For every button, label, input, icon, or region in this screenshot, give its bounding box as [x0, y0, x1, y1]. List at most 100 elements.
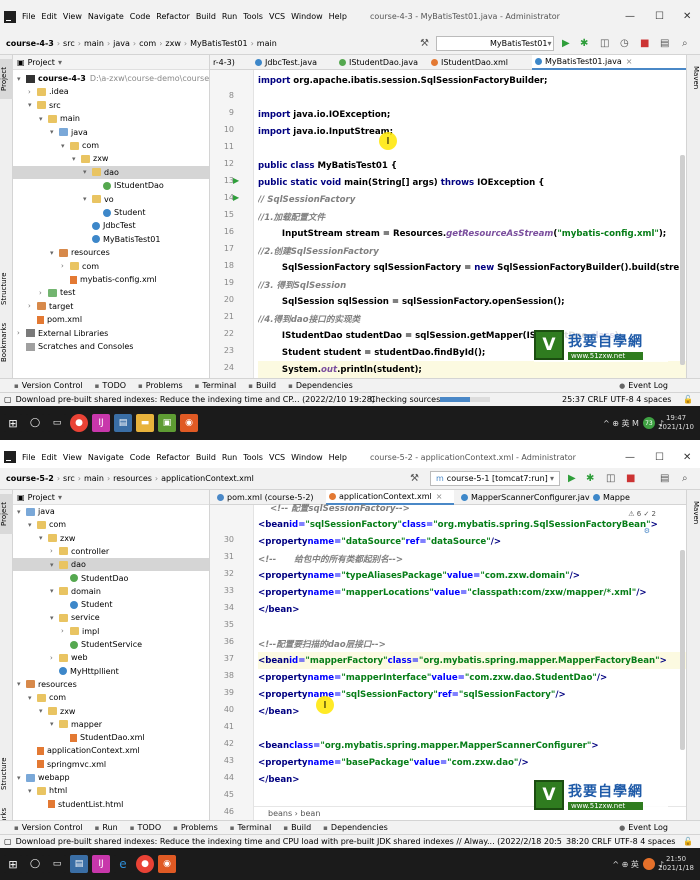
tree-item[interactable]: ▾ dao [13, 165, 209, 179]
breadcrumb-item[interactable]: main [84, 39, 104, 48]
run-icon[interactable]: ▶ [568, 473, 576, 484]
expand-arrow-icon[interactable]: › [28, 302, 37, 310]
coverage-icon[interactable]: ◫ [600, 38, 609, 49]
windows-start-icon[interactable]: ⊞ [4, 414, 22, 432]
expand-arrow-icon[interactable]: ▾ [39, 115, 48, 123]
menu-item-window[interactable]: Window [291, 453, 323, 462]
structure-icon[interactable]: ▤ [660, 473, 669, 484]
menu-item-tools[interactable]: Tools [243, 453, 263, 462]
editor-tab[interactable]: IStudentDao.xml [428, 55, 532, 70]
menu-item-tools[interactable]: Tools [243, 12, 263, 21]
intellij-taskbar-icon[interactable]: IJ [92, 414, 110, 432]
search-icon[interactable]: ◯ [26, 414, 44, 432]
expand-arrow-icon[interactable]: ▾ [72, 155, 81, 163]
tree-item[interactable]: › com [13, 260, 209, 273]
code-line[interactable]: public class MyBatisTest01 { [258, 157, 686, 174]
profile-icon[interactable]: ◷ [620, 38, 629, 49]
close-icon[interactable]: ✕ [683, 11, 691, 22]
tree-item[interactable]: StudentService [13, 638, 209, 651]
expand-arrow-icon[interactable]: › [39, 289, 48, 297]
editor-tab[interactable]: JdbcTest.java [252, 55, 336, 70]
menu-item-file[interactable]: File [22, 12, 35, 21]
expand-arrow-icon[interactable]: ▾ [17, 680, 26, 688]
tree-item[interactable]: ▾ zxw [13, 705, 209, 718]
edge-icon[interactable]: e [114, 855, 132, 873]
expand-arrow-icon[interactable]: ▾ [28, 101, 37, 109]
file-explorer-icon[interactable]: ▤ [70, 855, 88, 873]
code-line[interactable]: <property name= "dataSource" ref= "dataSou… [258, 533, 686, 550]
tree-item[interactable]: ▾ course-4-3 D:\a-zxw\course-demo\course [13, 72, 209, 85]
code-line[interactable]: public static void main(String[] args) t… [258, 174, 686, 191]
editor-tab[interactable]: MyBatisTest01.java × [532, 55, 686, 70]
expand-arrow-icon[interactable]: ▾ [50, 249, 59, 257]
tool-window-dependencies[interactable]: ▪ Dependencies [323, 823, 388, 832]
tree-item[interactable]: › target [13, 300, 209, 313]
expand-arrow-icon[interactable]: ▾ [17, 774, 26, 782]
tool-window-terminal[interactable]: ▪ Terminal [230, 823, 272, 832]
tree-item[interactable]: ▾ html [13, 784, 209, 797]
code-line[interactable] [258, 89, 686, 106]
menu-item-run[interactable]: Run [222, 12, 237, 21]
expand-arrow-icon[interactable]: › [61, 262, 70, 270]
task-view-icon[interactable]: ▭ [48, 855, 66, 873]
code-line[interactable]: SqlSession sqlSession = sqlSessionFactor… [258, 293, 686, 310]
status-message[interactable]: Download pre-built shared indexes: Reduc… [16, 837, 570, 846]
tree-item[interactable]: ▾ mapper [13, 718, 209, 731]
code-line[interactable]: <bean id= "sqlSessionFactory" class= "org.… [258, 516, 686, 533]
structure-tool-tab[interactable]: Structure [0, 750, 13, 798]
tree-item[interactable]: › controller [13, 545, 209, 558]
recorder-icon[interactable]: ◉ [158, 855, 176, 873]
chrome-icon[interactable]: ● [136, 855, 154, 873]
menu-item-refactor[interactable]: Refactor [156, 12, 190, 21]
expand-arrow-icon[interactable]: › [28, 88, 37, 96]
cursor-position-info[interactable]: 38:20 CRLF UTF-8 4 spaces [562, 837, 676, 846]
system-clock[interactable]: 19:47 2021/1/10 [658, 414, 694, 432]
expand-arrow-icon[interactable]: ▾ [17, 508, 26, 516]
code-line[interactable]: <!-- 给包中的所有类都起别名--> [258, 550, 686, 567]
tree-item[interactable]: StudentDao.xml [13, 731, 209, 744]
tree-item[interactable]: mybatis-config.xml [13, 273, 209, 286]
tool-window-version-control[interactable]: ▪ Version Control [14, 823, 83, 832]
close-icon[interactable]: ✕ [683, 452, 691, 463]
tool-window-terminal[interactable]: ▪ Terminal [195, 381, 237, 390]
stop-icon[interactable]: ■ [626, 473, 635, 484]
menu-item-edit[interactable]: Edit [41, 453, 57, 462]
project-tool-tab[interactable]: Project [0, 494, 13, 534]
code-line[interactable]: // SqlSessionFactory [258, 191, 686, 208]
menu-item-file[interactable]: File [22, 453, 35, 462]
run-gutter-icon[interactable]: ▶ [233, 176, 239, 185]
expand-arrow-icon[interactable]: ▾ [28, 787, 37, 795]
tree-item[interactable]: › test [13, 286, 209, 299]
code-line[interactable]: <property name= "basePackage" value= "com.… [258, 754, 686, 771]
tree-item[interactable]: ▾ zxw [13, 532, 209, 545]
tree-item[interactable]: › web [13, 651, 209, 664]
expand-arrow-icon[interactable]: ▾ [28, 694, 37, 702]
code-line[interactable] [258, 720, 686, 737]
menu-item-refactor[interactable]: Refactor [156, 453, 190, 462]
tree-item[interactable]: StudentDao [13, 572, 209, 585]
stop-icon[interactable]: ■ [640, 38, 649, 49]
code-line[interactable]: <!--配置要扫描的dao层接口--> [258, 635, 686, 652]
search-icon[interactable]: ◯ [26, 855, 44, 873]
structure-tool-tab[interactable]: Structure [0, 265, 13, 313]
code-line[interactable]: //1.加载配置文件 [258, 208, 686, 225]
code-line[interactable]: </bean> [258, 601, 686, 618]
menu-item-view[interactable]: View [63, 12, 82, 21]
breadcrumb-item[interactable]: zxw [165, 39, 180, 48]
editor-scrollbar[interactable] [680, 155, 685, 365]
event-log-button[interactable]: ● Event Log [619, 381, 668, 390]
tree-item[interactable]: ▾ src [13, 99, 209, 112]
expand-arrow-icon[interactable]: ▾ [61, 142, 70, 150]
minimize-icon[interactable]: — [625, 452, 635, 463]
build-hammer-icon[interactable]: ⚒ [420, 38, 429, 49]
run-config-dropdown[interactable]: m course-5-1 [tomcat7:run] ▾ [430, 471, 560, 486]
code-line[interactable]: import org.apache.ibatis.session.SqlSess… [258, 72, 686, 89]
tree-item[interactable]: ▾ java [13, 126, 209, 139]
project-tool-tab[interactable]: Project [0, 59, 13, 99]
breadcrumb-item[interactable]: src [63, 39, 75, 48]
menu-item-code[interactable]: Code [130, 453, 150, 462]
expand-arrow-icon[interactable]: ▾ [28, 521, 37, 529]
tool-window-build[interactable]: ▪ Build [283, 823, 311, 832]
menu-item-navigate[interactable]: Navigate [88, 12, 124, 21]
event-log-button[interactable]: ● Event Log [619, 823, 668, 832]
